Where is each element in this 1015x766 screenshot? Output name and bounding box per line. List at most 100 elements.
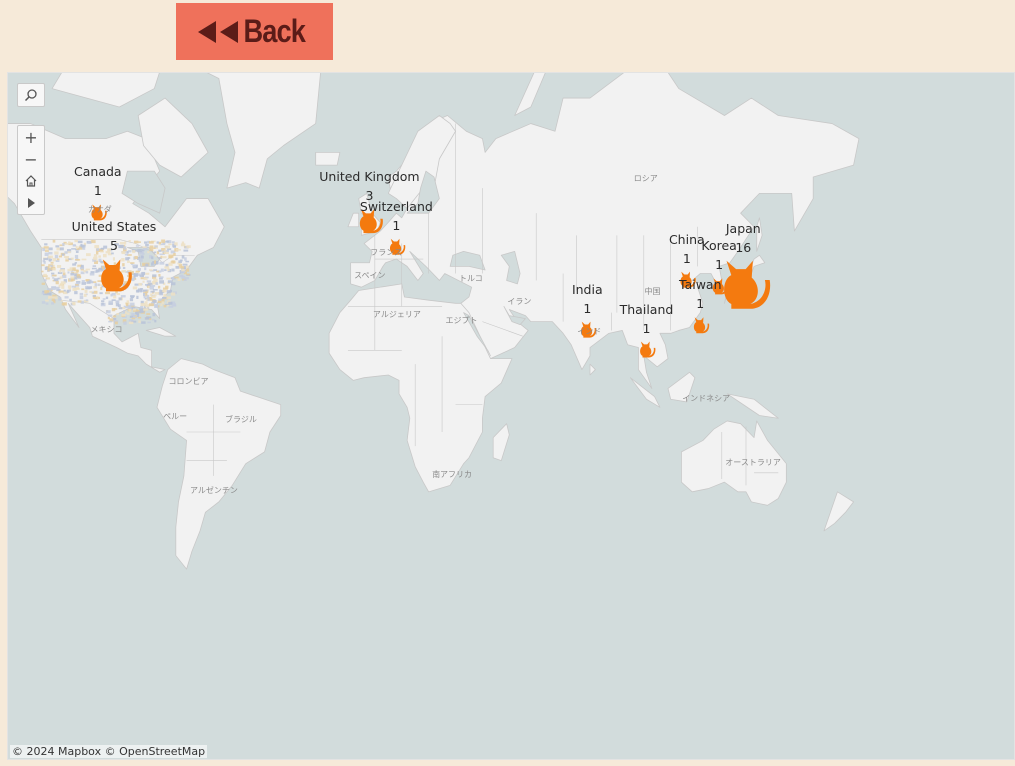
- density-speck: [55, 245, 60, 248]
- place-label: インドネシア: [682, 393, 731, 403]
- density-speck: [154, 304, 158, 308]
- density-speck: [143, 308, 149, 311]
- density-speck: [48, 247, 53, 251]
- density-speck: [99, 292, 103, 295]
- zoom-out-button[interactable]: −: [18, 148, 44, 170]
- density-speck: [71, 285, 77, 288]
- zoom-home-button[interactable]: [18, 170, 44, 192]
- density-speck: [70, 257, 74, 260]
- density-speck: [171, 260, 175, 263]
- density-speck: [186, 273, 190, 276]
- place-label: アルゼンチン: [190, 485, 238, 495]
- density-speck: [55, 280, 59, 285]
- density-speck: [101, 300, 105, 303]
- density-speck: [60, 281, 66, 285]
- density-speck: [154, 292, 160, 295]
- place-label: イラン: [507, 297, 532, 307]
- density-speck: [159, 280, 165, 284]
- density-speck: [133, 308, 136, 311]
- marker-country-name: United States: [71, 219, 157, 235]
- zoom-in-button[interactable]: +: [18, 126, 44, 148]
- density-speck: [93, 256, 98, 261]
- density-speck: [156, 270, 159, 273]
- density-speck: [163, 304, 167, 308]
- density-speck: [132, 264, 136, 268]
- density-speck: [94, 297, 98, 300]
- density-speck: [156, 241, 159, 244]
- density-speck: [98, 255, 101, 258]
- place-label: スペイン: [354, 270, 386, 280]
- density-speck: [135, 270, 140, 273]
- density-speck: [165, 263, 169, 267]
- cat-marker[interactable]: [640, 341, 656, 358]
- density-speck: [73, 269, 79, 272]
- density-speck: [149, 269, 153, 271]
- density-speck: [89, 291, 93, 293]
- pan-mode-button[interactable]: [18, 192, 44, 214]
- density-speck: [166, 304, 170, 307]
- density-speck: [51, 272, 55, 275]
- density-speck: [142, 262, 146, 266]
- density-speck: [66, 290, 70, 293]
- density-speck: [59, 276, 63, 279]
- place-label: 中国: [644, 287, 661, 297]
- density-speck: [45, 302, 49, 305]
- density-speck: [130, 295, 135, 298]
- density-speck: [112, 315, 117, 318]
- density-speck: [121, 258, 125, 262]
- density-speck: [52, 274, 57, 277]
- marker-country-name: Taiwan: [679, 277, 722, 293]
- density-speck: [50, 261, 54, 264]
- density-speck: [122, 267, 126, 269]
- density-speck: [64, 243, 69, 245]
- density-speck: [164, 266, 170, 269]
- density-speck: [44, 266, 48, 270]
- density-speck: [152, 312, 156, 317]
- map-search-button[interactable]: [18, 84, 44, 106]
- density-speck: [61, 285, 65, 289]
- density-speck: [154, 260, 157, 264]
- density-speck: [63, 289, 66, 292]
- density-speck: [123, 310, 126, 314]
- back-button-label: Back: [243, 13, 306, 49]
- density-speck: [51, 287, 56, 291]
- density-speck: [72, 287, 77, 291]
- density-speck: [57, 265, 62, 268]
- density-speck: [52, 239, 56, 243]
- world-map[interactable]: ロシア カナダ フランス スペイン トルコ イラン 中国 インド アルジェリア エジプト メキシココ…: [7, 72, 1015, 760]
- density-speck: [116, 293, 121, 296]
- density-speck: [123, 321, 127, 325]
- density-speck: [134, 283, 139, 286]
- density-speck: [150, 293, 153, 296]
- density-speck: [173, 252, 176, 256]
- density-speck: [74, 262, 78, 264]
- density-speck: [131, 312, 135, 317]
- density-speck: [127, 257, 131, 259]
- density-speck: [146, 316, 152, 319]
- marker-country-name: Switzerland: [359, 198, 433, 214]
- density-speck: [158, 285, 161, 289]
- back-button[interactable]: Back: [176, 3, 333, 60]
- density-speck: [181, 269, 185, 272]
- density-speck: [111, 292, 116, 296]
- density-speck: [182, 263, 188, 266]
- density-speck: [95, 269, 100, 273]
- density-speck: [76, 274, 81, 277]
- density-speck: [107, 314, 113, 317]
- density-speck: [77, 265, 80, 268]
- density-speck: [138, 308, 144, 310]
- density-speck: [100, 260, 104, 264]
- density-speck: [132, 286, 138, 290]
- density-speck: [67, 268, 73, 272]
- density-speck: [183, 249, 189, 252]
- cat-marker[interactable]: [693, 317, 710, 334]
- density-speck: [171, 304, 177, 307]
- density-speck: [142, 280, 145, 283]
- density-speck: [181, 255, 185, 259]
- density-speck: [165, 245, 170, 249]
- place-label: インド: [577, 327, 602, 337]
- density-speck: [53, 278, 59, 282]
- density-speck: [48, 251, 53, 255]
- density-speck: [171, 268, 175, 272]
- density-speck: [138, 258, 143, 262]
